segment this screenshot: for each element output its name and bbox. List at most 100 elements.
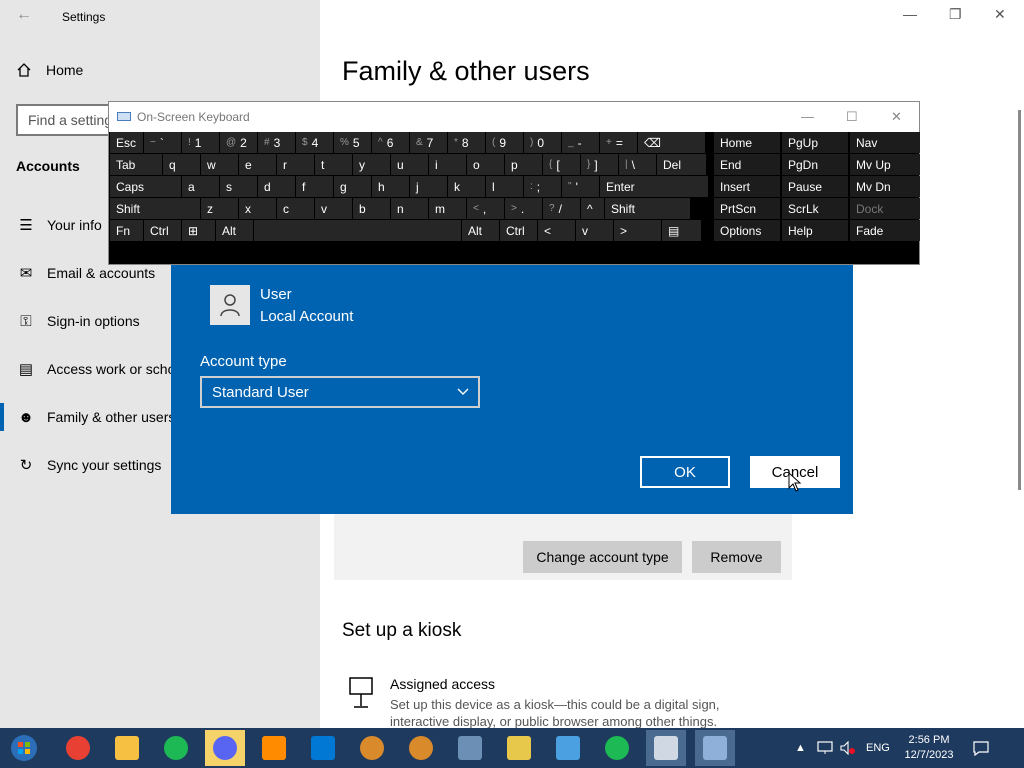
taskbar-app-button[interactable]	[646, 730, 686, 766]
osk-key[interactable]: v	[576, 220, 613, 241]
osk-key[interactable]: Del	[657, 154, 706, 175]
network-icon[interactable]	[817, 728, 833, 768]
osk-nav-key[interactable]: Help	[782, 220, 848, 241]
taskbar-app-button[interactable]	[205, 730, 245, 766]
osk-key[interactable]: m	[429, 198, 466, 219]
osk-key[interactable]: w	[201, 154, 238, 175]
osk-key[interactable]: >	[614, 220, 661, 241]
minimize-icon[interactable]: —	[903, 6, 917, 22]
osk-nav-key[interactable]: Options	[714, 220, 780, 241]
account-type-select[interactable]: Standard User	[200, 376, 480, 408]
osk-key[interactable]: ^ 6	[372, 132, 409, 153]
osk-key[interactable]: ▤	[662, 220, 701, 241]
osk-key[interactable]: z	[201, 198, 238, 219]
taskbar-app-button[interactable]	[303, 730, 343, 766]
osk-key[interactable]: * 8	[448, 132, 485, 153]
show-hidden-icons[interactable]: ▲	[795, 728, 806, 768]
osk-key[interactable]: ⌫	[638, 132, 705, 153]
osk-key[interactable]: v	[315, 198, 352, 219]
osk-close-icon[interactable]: ✕	[891, 109, 902, 125]
osk-key[interactable]: c	[277, 198, 314, 219]
volume-muted-icon[interactable]	[840, 728, 856, 768]
taskbar-app-button[interactable]	[254, 730, 294, 766]
osk-key[interactable]: Ctrl	[500, 220, 537, 241]
restore-icon[interactable]: ❐	[949, 6, 962, 23]
remove-button[interactable]: Remove	[692, 541, 781, 573]
osk-key[interactable]: % 5	[334, 132, 371, 153]
taskbar-app-button[interactable]	[352, 730, 392, 766]
osk-key[interactable]: ! 1	[182, 132, 219, 153]
osk-key[interactable]: n	[391, 198, 428, 219]
osk-key[interactable]: <	[538, 220, 575, 241]
osk-key[interactable]: e	[239, 154, 276, 175]
taskbar-app-button[interactable]	[548, 730, 588, 766]
taskbar-app-button[interactable]	[499, 730, 539, 766]
osk-key[interactable]: u	[391, 154, 428, 175]
osk-key[interactable]: & 7	[410, 132, 447, 153]
osk-key[interactable]: x	[239, 198, 276, 219]
osk-key[interactable]: #3	[258, 132, 295, 153]
taskbar-app-button[interactable]	[156, 730, 196, 766]
osk-key[interactable]: >.	[505, 198, 542, 219]
osk-key[interactable]: }]	[581, 154, 618, 175]
osk-nav-key[interactable]: Insert	[714, 176, 780, 197]
osk-key[interactable]: q	[163, 154, 200, 175]
osk-nav-key[interactable]: Home	[714, 132, 780, 153]
osk-key[interactable]: Ctrl	[144, 220, 181, 241]
osk-key[interactable]: Esc	[110, 132, 143, 153]
taskbar-app-button[interactable]	[58, 730, 98, 766]
osk-key[interactable]: Fn	[110, 220, 143, 241]
osk-key[interactable]: a	[182, 176, 219, 197]
osk-key[interactable]: i	[429, 154, 466, 175]
osk-key[interactable]: {[	[543, 154, 580, 175]
osk-key[interactable]: + =	[600, 132, 637, 153]
osk-key[interactable]: (9	[486, 132, 523, 153]
osk-nav-key[interactable]: Mv Up	[850, 154, 920, 175]
osk-key[interactable]: ) 0	[524, 132, 561, 153]
osk-key[interactable]: h	[372, 176, 409, 197]
osk-nav-key[interactable]: PgUp	[782, 132, 848, 153]
osk-key[interactable]: f	[296, 176, 333, 197]
osk-key[interactable]: g	[334, 176, 371, 197]
osk-key[interactable]: Alt	[462, 220, 499, 241]
taskbar-app-button[interactable]	[401, 730, 441, 766]
close-icon[interactable]: ✕	[994, 6, 1006, 23]
osk-nav-key[interactable]: ScrLk	[782, 198, 848, 219]
osk-key[interactable]: ⊞	[182, 220, 215, 241]
osk-key[interactable]: _ -	[562, 132, 599, 153]
taskbar-app-button[interactable]	[695, 730, 735, 766]
osk-key[interactable]: d	[258, 176, 295, 197]
osk-nav-key[interactable]: PrtScn	[714, 198, 780, 219]
osk-maximize-icon[interactable]: ☐	[846, 109, 858, 125]
taskbar-app-button[interactable]	[597, 730, 637, 766]
osk-key[interactable]	[254, 220, 461, 241]
osk-key[interactable]: " '	[562, 176, 599, 197]
osk-nav-key[interactable]: Fade	[850, 220, 920, 241]
osk-key[interactable]: l	[486, 176, 523, 197]
osk-key[interactable]: | \	[619, 154, 656, 175]
start-button[interactable]	[4, 730, 44, 766]
ok-button[interactable]: OK	[640, 456, 730, 488]
osk-key[interactable]: k	[448, 176, 485, 197]
osk-key[interactable]: Tab	[110, 154, 162, 175]
osk-nav-key[interactable]: Pause	[782, 176, 848, 197]
osk-key[interactable]: Shift	[110, 198, 200, 219]
osk-key[interactable]: j	[410, 176, 447, 197]
osk-key[interactable]: t	[315, 154, 352, 175]
osk-key[interactable]: y	[353, 154, 390, 175]
osk-key[interactable]: :;	[524, 176, 561, 197]
clock[interactable]: 2:56 PM 12/7/2023	[900, 733, 958, 763]
taskbar-app-button[interactable]	[107, 730, 147, 766]
osk-nav-key[interactable]: PgDn	[782, 154, 848, 175]
osk-key[interactable]: ? /	[543, 198, 580, 219]
osk-key[interactable]: ^	[581, 198, 604, 219]
osk-nav-key[interactable]: Mv Dn	[850, 176, 920, 197]
osk-key[interactable]: s	[220, 176, 257, 197]
osk-key[interactable]: b	[353, 198, 390, 219]
language-indicator[interactable]: ENG	[866, 728, 890, 768]
assigned-access-link[interactable]: Assigned access	[390, 676, 495, 692]
osk-nav-key[interactable]: Dock	[850, 198, 920, 219]
osk-key[interactable]: <,	[467, 198, 504, 219]
osk-minimize-icon[interactable]: —	[801, 109, 814, 124]
taskbar-app-button[interactable]	[450, 730, 490, 766]
